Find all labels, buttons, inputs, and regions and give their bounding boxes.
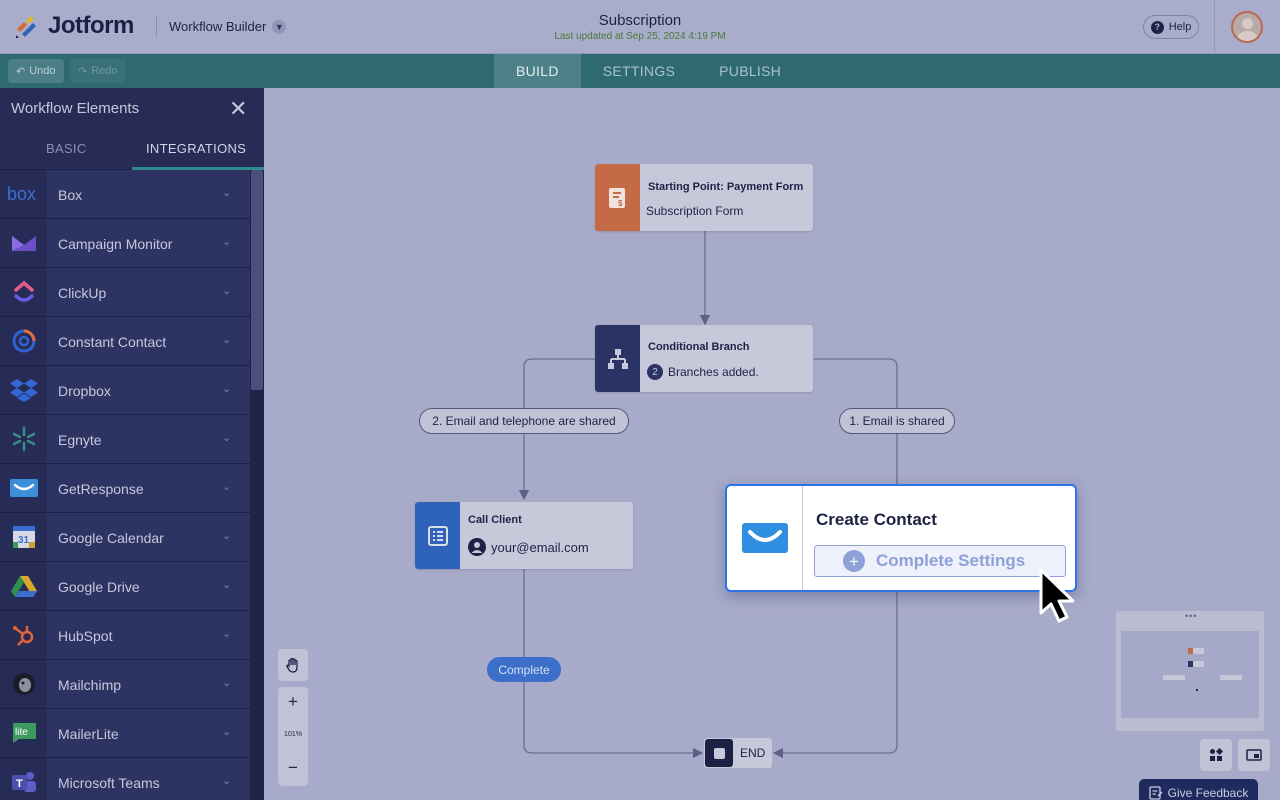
hand-icon bbox=[286, 657, 298, 673]
create-contact-node[interactable]: Create Contact + Complete Settings bbox=[725, 484, 1077, 592]
branch-node-subtitle: 2 Branches added. bbox=[647, 364, 759, 380]
minimap[interactable]: ••• bbox=[1116, 611, 1264, 731]
apps-button[interactable] bbox=[1200, 739, 1232, 771]
zoom-panel: + 101% − bbox=[278, 687, 308, 786]
zoom-controls: + 101% − bbox=[278, 649, 308, 786]
minimap-toggle-button[interactable] bbox=[1238, 739, 1270, 771]
call-node-subtitle: your@email.com bbox=[468, 538, 589, 556]
give-feedback-button[interactable]: Give Feedback bbox=[1139, 779, 1258, 800]
minimap-preview bbox=[1163, 648, 1242, 691]
minimap-viewport[interactable] bbox=[1121, 631, 1259, 718]
minimap-icon bbox=[1246, 749, 1262, 761]
branch-label-right[interactable]: 1. Email is shared bbox=[839, 408, 955, 434]
feedback-icon bbox=[1148, 786, 1163, 800]
mouse-cursor-icon bbox=[1039, 568, 1075, 623]
create-contact-title: Create Contact bbox=[816, 510, 937, 529]
conditional-branch-node[interactable]: Conditional Branch 2 Branches added. bbox=[595, 325, 813, 392]
zoom-out-button[interactable]: − bbox=[288, 753, 298, 783]
payment-form-icon: $ bbox=[595, 164, 640, 231]
assignee-email: your@email.com bbox=[491, 539, 589, 555]
svg-text:$: $ bbox=[618, 199, 623, 208]
hand-tool-button[interactable] bbox=[278, 649, 308, 681]
user-icon bbox=[468, 538, 486, 556]
stop-icon bbox=[705, 739, 733, 767]
zoom-in-button[interactable]: + bbox=[288, 687, 298, 717]
complete-settings-button[interactable]: + Complete Settings bbox=[814, 545, 1066, 577]
call-client-node[interactable]: Call Client your@email.com bbox=[415, 502, 633, 569]
start-node[interactable]: $ Starting Point: Payment Form Subscript… bbox=[595, 164, 813, 231]
getresponse-icon bbox=[727, 486, 803, 590]
branch-label-left[interactable]: 2. Email and telephone are shared bbox=[419, 408, 629, 434]
complete-label[interactable]: Complete bbox=[487, 657, 561, 682]
give-feedback-label: Give Feedback bbox=[1167, 786, 1249, 800]
start-node-subtitle: Subscription Form bbox=[646, 204, 744, 218]
branch-count-badge: 2 bbox=[647, 364, 663, 380]
drag-handle-icon[interactable]: ••• bbox=[1185, 611, 1197, 621]
zoom-level: 101% bbox=[284, 731, 302, 738]
form-list-icon bbox=[415, 502, 460, 569]
workflow-connectors bbox=[518, 231, 898, 759]
plus-icon: + bbox=[843, 550, 865, 572]
branch-icon bbox=[595, 325, 640, 392]
branch-count-label: Branches added. bbox=[668, 365, 759, 379]
start-node-title: Starting Point: Payment Form bbox=[648, 181, 804, 193]
branch-node-title: Conditional Branch bbox=[648, 341, 750, 353]
complete-settings-label: Complete Settings bbox=[876, 551, 1026, 570]
apps-icon bbox=[1210, 748, 1223, 761]
end-node[interactable]: END bbox=[704, 738, 772, 768]
end-label: END bbox=[740, 746, 766, 760]
call-node-title: Call Client bbox=[468, 514, 522, 526]
